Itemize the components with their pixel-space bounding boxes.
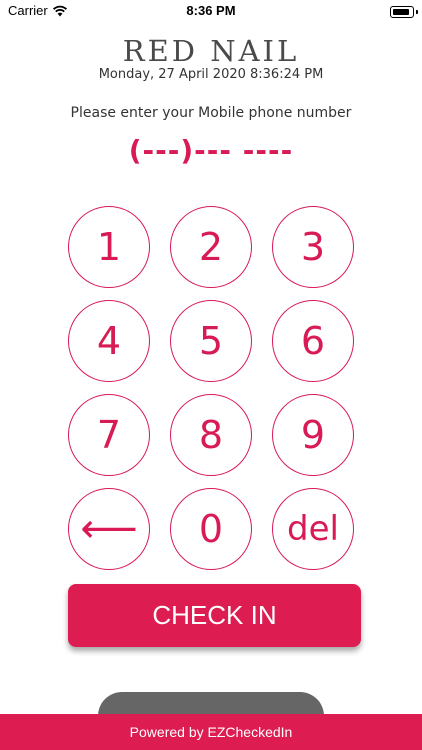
keypad-8-button[interactable]: 8 xyxy=(170,394,252,476)
keypad-0-button[interactable]: 0 xyxy=(170,488,252,570)
check-in-button[interactable]: CHECK IN xyxy=(68,584,361,647)
brand-title: RED NAIL xyxy=(122,34,300,68)
keypad-6-button[interactable]: 6 xyxy=(272,300,354,382)
keypad-5-button[interactable]: 5 xyxy=(170,300,252,382)
keypad-9-button[interactable]: 9 xyxy=(272,394,354,476)
current-datetime: Monday, 27 April 2020 8:36:24 PM xyxy=(98,67,324,82)
battery-tip xyxy=(416,10,418,14)
phone-prompt: Please enter your Mobile phone number xyxy=(70,105,352,121)
status-bar: Carrier 8:36 PM xyxy=(0,0,422,24)
keypad-2-button[interactable]: 2 xyxy=(170,206,252,288)
keypad-1-button[interactable]: 1 xyxy=(68,206,150,288)
battery-icon xyxy=(390,6,414,18)
keypad-7-button[interactable]: 7 xyxy=(68,394,150,476)
phone-number-display: (---)--- ---- xyxy=(128,134,294,167)
powered-by-footer: Powered by EZCheckedIn xyxy=(0,714,422,750)
backspace-button[interactable]: ⟵ xyxy=(68,488,150,570)
keypad-3-button[interactable]: 3 xyxy=(272,206,354,288)
back-arrow-icon: ⟵ xyxy=(80,506,138,552)
status-time: 8:36 PM xyxy=(186,3,236,18)
delete-button[interactable]: del xyxy=(272,488,354,570)
keypad-4-button[interactable]: 4 xyxy=(68,300,150,382)
